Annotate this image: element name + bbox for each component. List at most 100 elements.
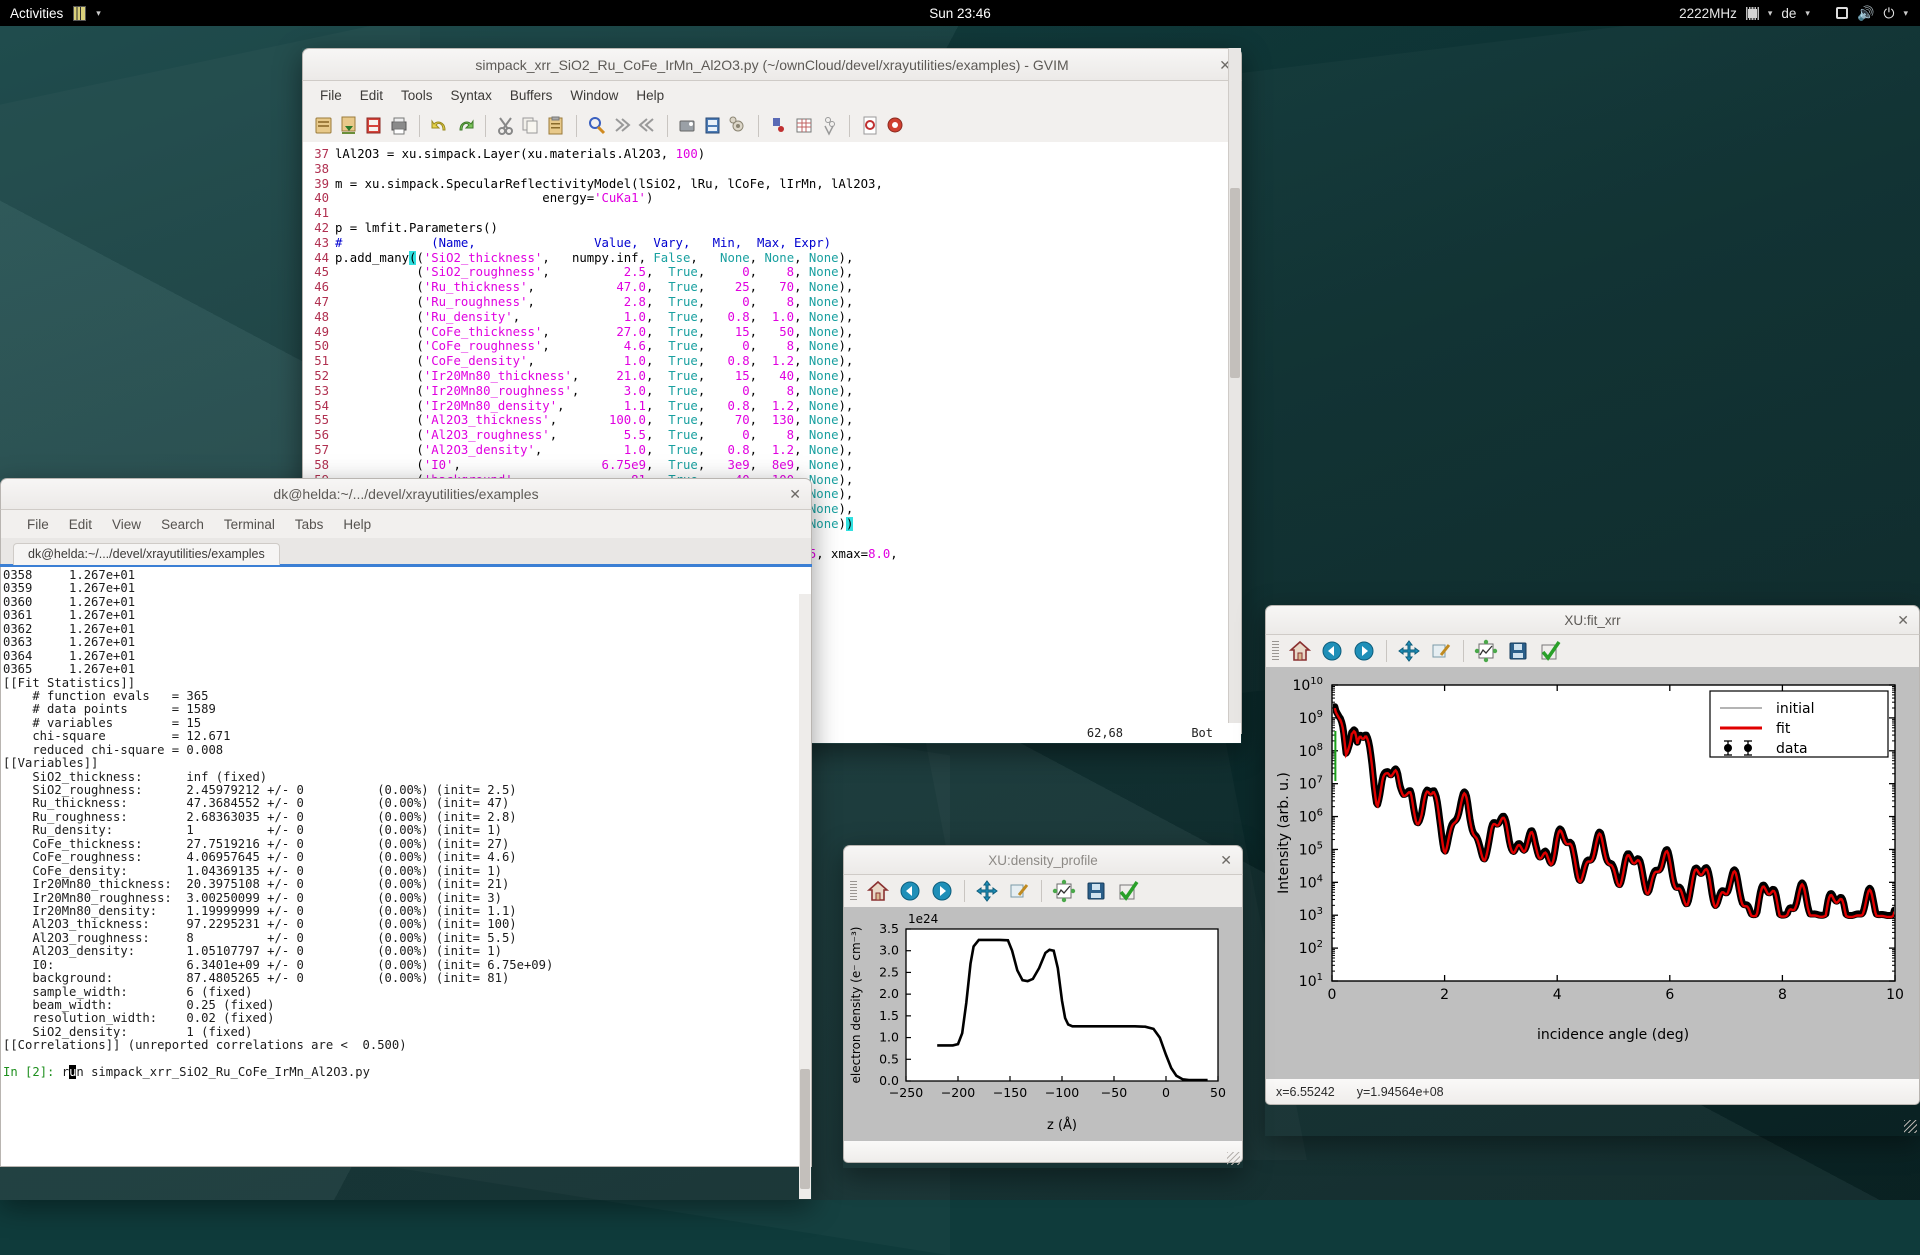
build-icon[interactable] — [702, 115, 724, 136]
terminal-output[interactable]: 0358 1.267e+01 0359 1.267e+01 0360 1.267e+… — [0, 567, 812, 1167]
volume-icon[interactable]: 🔊 — [1857, 5, 1874, 22]
code-line[interactable]: 54 ('Ir20Mn80_density', 1.1, True, 0.8, … — [303, 399, 1241, 414]
gvim-vertical-scrollbar[interactable] — [1228, 48, 1241, 723]
keyboard-chevron-down-icon[interactable]: ▾ — [1805, 8, 1810, 19]
density-profile-titlebar[interactable]: XU:density_profile ✕ — [843, 845, 1243, 875]
forward-arrow-icon[interactable] — [927, 878, 957, 904]
system-menu-chevron-down-icon[interactable]: ▾ — [1903, 8, 1908, 19]
menu-tabs[interactable]: Tabs — [285, 514, 334, 535]
menu-edit[interactable]: Edit — [59, 514, 102, 535]
code-line[interactable]: 57 ('Al2O3_density', 1.0, True, 0.8, 1.2… — [303, 443, 1241, 458]
home-icon[interactable] — [1285, 638, 1315, 664]
forward-arrow-icon[interactable] — [1349, 638, 1379, 664]
menu-search[interactable]: Search — [151, 514, 214, 535]
cut-icon[interactable] — [495, 115, 517, 136]
terminal-prompt-line[interactable]: In [2]: run simpack_xrr_SiO2_Ru_CoFe_IrM… — [3, 1065, 811, 1080]
code-line[interactable]: 39 m = xu.simpack.SpecularReflectivityMod… — [303, 177, 1241, 192]
configure-subplots-icon[interactable] — [1049, 878, 1079, 904]
menu-terminal[interactable]: Terminal — [214, 514, 285, 535]
scrollbar-thumb[interactable] — [1230, 188, 1240, 378]
menu-window[interactable]: Window — [561, 85, 627, 106]
code-line[interactable]: 48 ('Ru_density', 1.0, True, 0.8, 1.0, N… — [303, 310, 1241, 325]
code-line[interactable]: 58 ('I0', 6.75e9, True, 3e9, 8e9, None), — [303, 458, 1241, 473]
density-profile-window[interactable]: XU:density_profile ✕ 1e24 −250 −200 −150… — [843, 845, 1243, 1168]
help-icon[interactable] — [884, 115, 906, 136]
tag-jump-icon[interactable] — [677, 115, 699, 136]
display-icon[interactable] — [1835, 7, 1848, 19]
menu-buffers[interactable]: Buffers — [501, 85, 562, 106]
code-line[interactable]: 37 lAl2O3 = xu.simpack.Layer(xu.materials… — [303, 147, 1241, 162]
code-line[interactable]: 44 p.add_many(('SiO2_thickness', numpy.in… — [303, 250, 1241, 266]
cpu-menu-chevron-down-icon[interactable]: ▾ — [1768, 8, 1773, 19]
home-icon[interactable] — [863, 878, 893, 904]
menu-file[interactable]: File — [17, 514, 59, 535]
redo-icon[interactable] — [454, 115, 476, 136]
copy-icon[interactable] — [520, 115, 542, 136]
terminal-tab[interactable]: dk@helda:~/.../devel/xrayutilities/examp… — [13, 543, 280, 565]
back-arrow-icon[interactable] — [895, 878, 925, 904]
code-line[interactable]: 49 ('CoFe_thickness', 27.0, True, 15, 50… — [303, 325, 1241, 340]
paste-icon[interactable] — [545, 115, 567, 136]
code-line[interactable]: 50 ('CoFe_roughness', 4.6, True, 0, 8, N… — [303, 339, 1241, 354]
zoom-rect-icon[interactable] — [1004, 878, 1034, 904]
code-line[interactable]: 42 p = lmfit.Parameters() — [303, 221, 1241, 236]
keyboard-layout-label[interactable]: de — [1781, 6, 1796, 21]
code-line[interactable]: 53 ('Ir20Mn80_roughness', 3.0, True, 0, … — [303, 384, 1241, 399]
density-profile-toolbar[interactable] — [843, 875, 1243, 907]
undo-icon[interactable] — [429, 115, 451, 136]
menu-edit[interactable]: Edit — [351, 85, 392, 106]
menu-help[interactable]: Help — [333, 514, 381, 535]
terminal-menubar[interactable]: File Edit View Search Terminal Tabs Help — [0, 510, 812, 538]
fit-xrr-canvas[interactable]: 0 2 4 6 8 10 101 102 103 104 105 106 107 108 109 1010 i… — [1265, 667, 1920, 1079]
terminal-tabstrip[interactable]: dk@helda:~/.../devel/xrayutilities/examp… — [0, 538, 812, 565]
open-file-icon[interactable] — [313, 115, 335, 136]
terminal-window[interactable]: dk@helda:~/.../devel/xrayutilities/examp… — [0, 478, 812, 1200]
scrollbar-thumb[interactable] — [800, 1069, 810, 1189]
code-line[interactable]: 56 ('Al2O3_roughness', 5.5, True, 0, 8, … — [303, 428, 1241, 443]
close-icon[interactable]: ✕ — [1897, 613, 1909, 627]
toolbar-grip[interactable] — [850, 881, 857, 901]
gvim-titlebar[interactable]: simpack_xrr_SiO2_Ru_CoFe_IrMn_Al2O3.py (… — [302, 48, 1242, 81]
pan-move-icon[interactable] — [972, 878, 1002, 904]
choose-icon[interactable] — [818, 115, 840, 136]
grid-icon[interactable] — [793, 115, 815, 136]
menu-view[interactable]: View — [102, 514, 151, 535]
print-icon[interactable] — [388, 115, 410, 136]
save-figure-icon[interactable] — [1081, 878, 1111, 904]
menu-help[interactable]: Help — [627, 85, 673, 106]
close-icon[interactable]: ✕ — [789, 487, 801, 501]
find-next-icon[interactable] — [611, 115, 633, 136]
find-prev-icon[interactable] — [636, 115, 658, 136]
menu-tools[interactable]: Tools — [392, 85, 442, 106]
power-icon[interactable]: ⏻ — [1883, 5, 1894, 22]
gvim-menubar[interactable]: File Edit Tools Syntax Buffers Window He… — [302, 81, 1242, 109]
code-line[interactable]: 45 ('SiO2_roughness', 2.5, True, 0, 8, N… — [303, 265, 1241, 280]
save-all-icon[interactable] — [363, 115, 385, 136]
load-session-icon[interactable] — [859, 115, 881, 136]
close-icon[interactable]: ✕ — [1220, 853, 1232, 867]
toolbar-grip[interactable] — [1272, 641, 1279, 661]
code-line[interactable]: 40 energy='CuKa1') — [303, 191, 1241, 206]
save-icon[interactable] — [338, 115, 360, 136]
gvim-toolbar[interactable] — [302, 109, 1242, 142]
fit-xrr-toolbar[interactable] — [1265, 635, 1920, 667]
resize-grip[interactable] — [1227, 1152, 1240, 1165]
configure-subplots-icon[interactable] — [1471, 638, 1501, 664]
resize-grip[interactable] — [1904, 1120, 1917, 1133]
terminal-scrollbar[interactable] — [799, 594, 811, 1199]
apply-check-icon[interactable] — [1535, 638, 1565, 664]
zoom-rect-icon[interactable] — [1426, 638, 1456, 664]
terminal-titlebar[interactable]: dk@helda:~/.../devel/xrayutilities/examp… — [0, 478, 812, 510]
menu-file[interactable]: File — [311, 85, 351, 106]
shell-icon[interactable] — [768, 115, 790, 136]
code-line[interactable]: 51 ('CoFe_density', 1.0, True, 0.8, 1.2,… — [303, 354, 1241, 369]
fit-xrr-window[interactable]: XU:fit_xrr ✕ 0 2 4 6 8 10 101 102 103 10… — [1265, 605, 1920, 1136]
code-line[interactable]: 43 # (Name, Value, Vary, Min, Max, Expr) — [303, 236, 1241, 251]
make-icon[interactable] — [727, 115, 749, 136]
pan-move-icon[interactable] — [1394, 638, 1424, 664]
code-line[interactable]: 55 ('Al2O3_thickness', 100.0, True, 70, … — [303, 413, 1241, 428]
density-profile-canvas[interactable]: 1e24 −250 −200 −150 −100 −50 0 50 0.0 0.5 1.0 1.5 2… — [843, 907, 1243, 1141]
code-line[interactable]: 46 ('Ru_thickness', 47.0, True, 25, 70, … — [303, 280, 1241, 295]
save-figure-icon[interactable] — [1503, 638, 1533, 664]
code-line[interactable]: 47 ('Ru_roughness', 2.8, True, 0, 8, Non… — [303, 295, 1241, 310]
